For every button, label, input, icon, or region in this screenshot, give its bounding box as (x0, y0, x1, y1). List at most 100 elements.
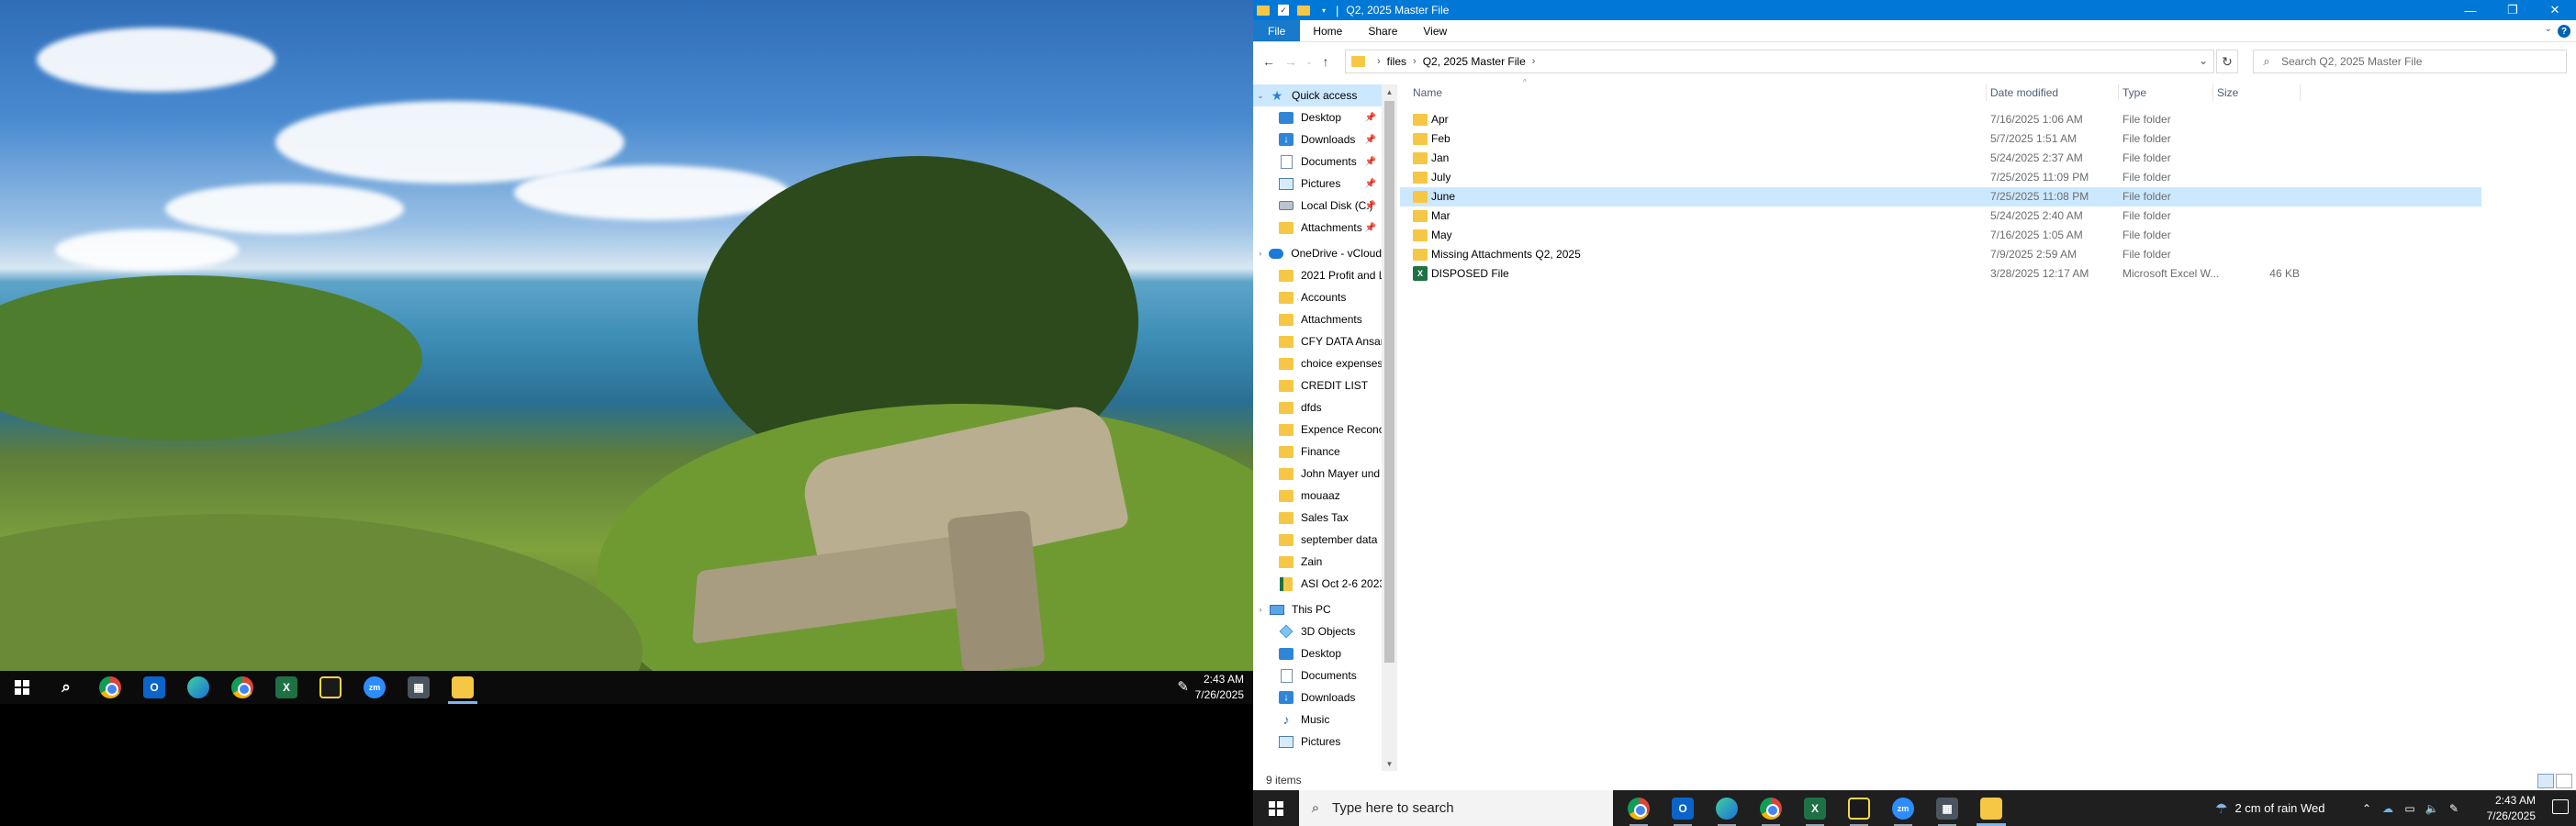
taskbar-file-explorer[interactable] (441, 671, 485, 704)
volume-icon[interactable]: 🔈 (2421, 790, 2443, 826)
onedrive-tray-icon[interactable]: ☁ (2377, 790, 2399, 826)
taskbar-chrome-profile[interactable] (220, 671, 264, 704)
nav-item-mouaaz[interactable]: mouaaz (1253, 485, 1382, 507)
show-hidden-icons-chevron-icon[interactable]: ⌃ (2357, 790, 2377, 826)
taskbar-outlook[interactable]: O (1661, 790, 1705, 826)
nav-item-downloads[interactable]: ↓ Downloads 📌 (1253, 128, 1382, 151)
address-dropdown-icon[interactable]: ⌄ (2199, 54, 2208, 67)
quick-access-properties-button[interactable]: ✓ (1273, 0, 1294, 20)
file-row[interactable]: May 7/16/2025 1:05 AM File folder (1400, 226, 2481, 245)
nav-item-dfds[interactable]: dfds (1253, 396, 1382, 419)
minimize-button[interactable]: — (2449, 0, 2492, 20)
taskbar-file-explorer[interactable] (1969, 790, 2013, 826)
nav-item-asi-oct-2-6-2023[interactable]: ASI Oct 2-6 2023 (1253, 573, 1382, 595)
taskbar-chrome[interactable] (1617, 790, 1661, 826)
column-divider[interactable] (2212, 84, 2213, 101)
left-clock[interactable]: 2:43 AM 7/26/2025 (1195, 671, 1244, 704)
nav-item-choice-expenses[interactable]: choice expenses (1253, 352, 1382, 374)
nav-item-pictures[interactable]: Pictures 📌 (1253, 173, 1382, 195)
nav-item-onedrive-vcloud[interactable]: › OneDrive - vCloud (1253, 242, 1382, 264)
nav-item-3d-objects[interactable]: 3D Objects (1253, 620, 1382, 642)
pen-icon[interactable]: ✎ (1177, 678, 1189, 695)
taskbar-sticky-notes[interactable] (1837, 790, 1881, 826)
file-row[interactable]: Apr 7/16/2025 1:06 AM File folder (1400, 110, 2481, 129)
large-icons-view-button[interactable] (2556, 774, 2572, 788)
taskbar-excel[interactable]: X (1793, 790, 1837, 826)
tab-file[interactable]: File (1253, 20, 1301, 41)
taskbar-calculator[interactable]: ▦ (1925, 790, 1969, 826)
details-view-button[interactable] (2537, 774, 2554, 788)
nav-item-sales-tax[interactable]: Sales Tax (1253, 507, 1382, 529)
nav-item-john-mayer-und[interactable]: John Mayer und (1253, 463, 1382, 485)
nav-item-downloads[interactable]: ↓ Downloads (1253, 686, 1382, 709)
chevron-right-icon[interactable]: › (1255, 249, 1265, 258)
nav-item-expence-reconciliation[interactable]: Expence Reconciliation (1253, 419, 1382, 441)
title-bar[interactable]: ✓ ▾ | Q2, 2025 Master File — ❐ ✕ (1253, 0, 2576, 20)
file-row[interactable]: Jan 5/24/2025 2:37 AM File folder (1400, 149, 2481, 168)
scrollbar-thumb[interactable] (1384, 101, 1394, 663)
taskbar-chrome-profile[interactable] (1749, 790, 1793, 826)
tab-home[interactable]: Home (1300, 20, 1355, 41)
start-button[interactable] (0, 671, 44, 704)
network-icon[interactable]: ▭ (2399, 790, 2421, 826)
pen-icon[interactable]: ✎ (2443, 790, 2465, 826)
navigation-scrollbar[interactable]: ▲ ▼ (1382, 84, 1397, 771)
start-button[interactable] (1253, 790, 1299, 826)
address-bar[interactable]: › files › Q2, 2025 Master File › ⌄ (1345, 50, 2214, 73)
quick-access-customize-button[interactable]: ▾ (1314, 0, 1334, 20)
breadcrumb-current[interactable]: Q2, 2025 Master File (1423, 55, 1526, 68)
tab-share[interactable]: Share (1355, 20, 1410, 41)
nav-item-music[interactable]: ♪ Music (1253, 709, 1382, 731)
column-header-date[interactable]: Date modified (1990, 83, 2119, 103)
taskbar-sticky-notes[interactable] (308, 671, 353, 704)
nav-item-documents[interactable]: Documents 📌 (1253, 151, 1382, 173)
search-button[interactable]: ⌕ (44, 671, 88, 704)
back-button[interactable]: ← (1259, 51, 1279, 72)
forward-button[interactable]: → (1281, 51, 1301, 72)
taskbar-search-box[interactable]: ⌕ Type here to search (1299, 790, 1613, 826)
search-box[interactable]: ⌕ (2253, 50, 2567, 73)
column-divider[interactable] (1986, 84, 1987, 101)
clock[interactable]: 2:43 AM 7/26/2025 (2487, 790, 2536, 826)
nav-item-accounts[interactable]: Accounts (1253, 286, 1382, 308)
nav-item-2021-profit-and-loss[interactable]: 2021 Profit and Loss (1253, 264, 1382, 286)
chevron-right-icon[interactable]: › (1532, 56, 1536, 67)
column-divider[interactable] (2300, 84, 2301, 101)
nav-item-this-pc[interactable]: › This PC (1253, 598, 1382, 620)
column-header-size[interactable]: Size (2217, 83, 2300, 103)
maximize-button[interactable]: ❐ (2492, 0, 2534, 20)
taskbar-excel[interactable]: X (264, 671, 308, 704)
nav-item-cfy-data-ansari[interactable]: CFY DATA Ansari (1253, 330, 1382, 352)
chevron-right-icon[interactable]: › (1255, 605, 1266, 614)
taskbar-edge[interactable] (176, 671, 220, 704)
file-row[interactable]: Feb 5/7/2025 1:51 AM File folder (1400, 129, 2481, 149)
nav-item-documents[interactable]: Documents (1253, 664, 1382, 686)
up-button[interactable]: ↑ (1316, 51, 1336, 72)
nav-item-desktop[interactable]: Desktop 📌 (1253, 106, 1382, 128)
nav-item-attachments[interactable]: Attachments (1253, 308, 1382, 330)
taskbar-outlook[interactable]: O (132, 671, 176, 704)
file-row[interactable]: July 7/25/2025 11:09 PM File folder (1400, 168, 2481, 187)
nav-item-september-data[interactable]: september data (1253, 529, 1382, 551)
nav-item-credit-list[interactable]: CREDIT LIST (1253, 374, 1382, 396)
breadcrumb-files[interactable]: files (1387, 55, 1406, 68)
refresh-button[interactable]: ↻ (2216, 50, 2238, 73)
taskbar-edge[interactable] (1705, 790, 1749, 826)
weather-widget[interactable]: ☂ 2 cm of rain Wed (2215, 790, 2324, 826)
column-header-name[interactable]: Name (1413, 83, 1670, 103)
scroll-down-icon[interactable]: ▼ (1382, 756, 1397, 771)
taskbar-zoom[interactable]: zm (1881, 790, 1925, 826)
nav-item-desktop[interactable]: Desktop (1253, 642, 1382, 664)
scroll-up-icon[interactable]: ▲ (1382, 84, 1397, 99)
column-header-type[interactable]: Type (2122, 83, 2223, 103)
file-row[interactable]: Missing Attachments Q2, 2025 7/9/2025 2:5… (1400, 245, 2481, 264)
taskbar-chrome[interactable] (88, 671, 132, 704)
nav-item-pictures[interactable]: Pictures (1253, 731, 1382, 753)
taskbar-calculator[interactable]: ▦ (397, 671, 441, 704)
nav-item-attachments[interactable]: Attachments 📌 (1253, 217, 1382, 239)
taskbar-zoom[interactable]: zm (353, 671, 397, 704)
search-input[interactable] (2279, 54, 2566, 69)
notification-icon[interactable] (2552, 799, 2569, 814)
file-row[interactable]: Mar 5/24/2025 2:40 AM File folder (1400, 206, 2481, 226)
nav-item-quick-access[interactable]: ⌄ ★ Quick access (1253, 84, 1382, 106)
